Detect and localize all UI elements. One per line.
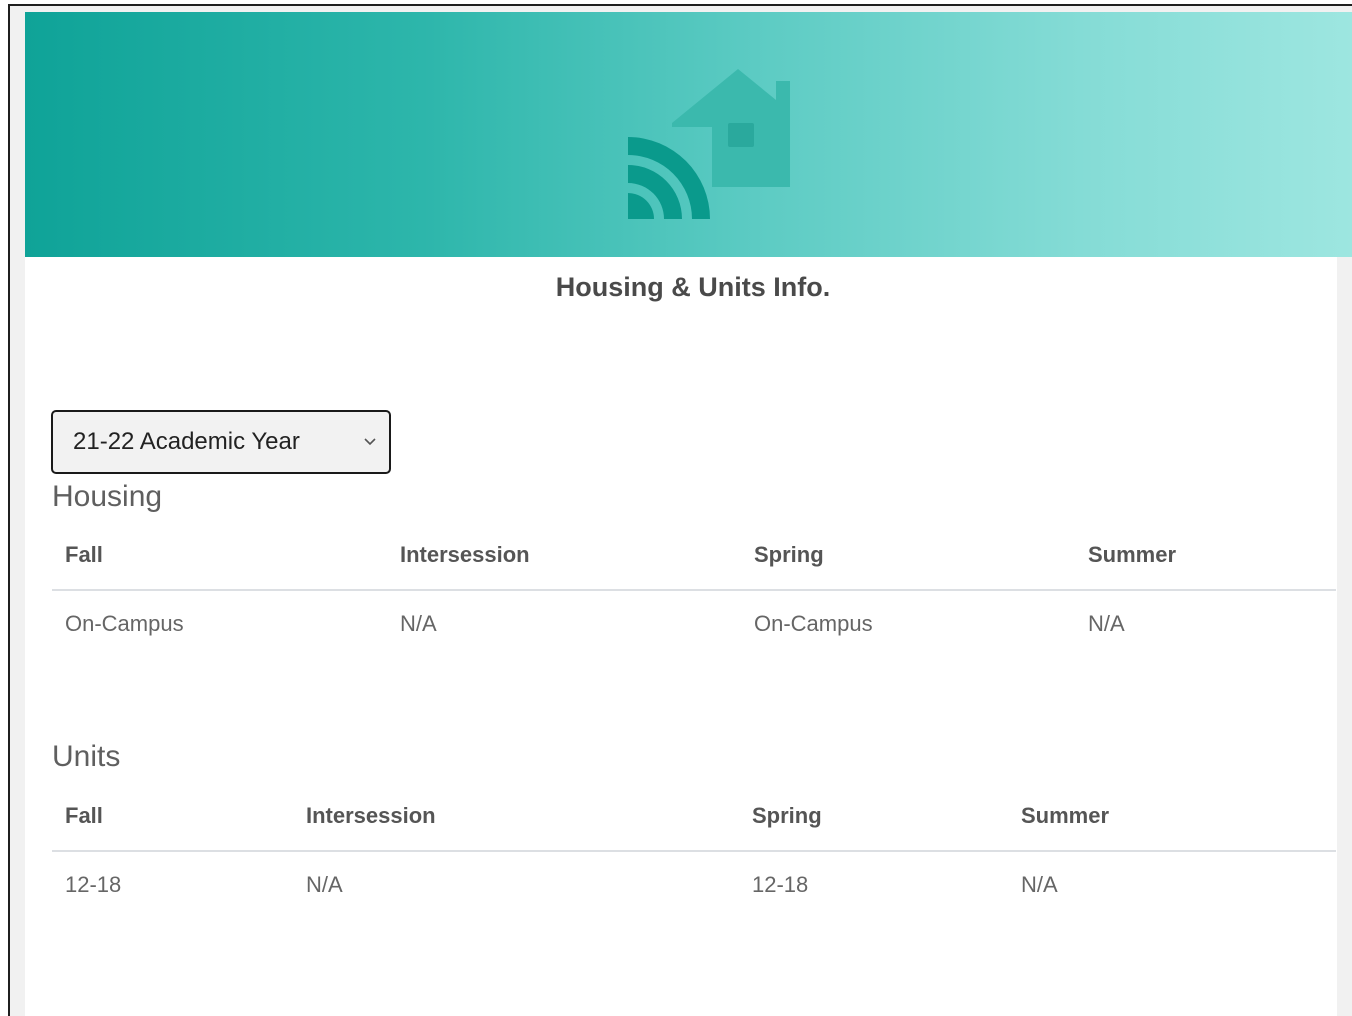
academic-year-select[interactable]: 21-22 Academic Year [51, 410, 391, 474]
units-heading: Units [52, 740, 121, 773]
housing-header-divider [52, 589, 1336, 591]
chevron-down-icon [364, 438, 376, 446]
units-cell-summer: N/A [1021, 872, 1058, 897]
housing-col-spring: Spring [754, 542, 824, 567]
units-col-intersession: Intersession [306, 803, 436, 828]
housing-cell-summer: N/A [1088, 611, 1125, 636]
units-cell-fall: 12-18 [65, 872, 122, 897]
housing-cell-spring: On-Campus [754, 611, 873, 636]
units-cell-spring: 12-18 [752, 872, 809, 897]
housing-col-fall: Fall [65, 542, 103, 567]
header-banner [25, 12, 1352, 257]
units-cell-intersession: N/A [306, 872, 343, 897]
housing-cell-intersession: N/A [400, 611, 437, 636]
units-col-spring: Spring [752, 803, 822, 828]
page-title: Housing & Units Info. [555, 272, 831, 302]
units-col-fall: Fall [65, 803, 103, 828]
units-header-divider [52, 850, 1336, 852]
academic-year-value: 21-22 Academic Year [73, 428, 300, 455]
housing-col-intersession: Intersession [400, 542, 530, 567]
housing-cell-fall: On-Campus [65, 611, 184, 636]
housing-heading: Housing [52, 480, 163, 513]
home-wifi-icon [628, 69, 790, 219]
units-col-summer: Summer [1021, 803, 1110, 828]
housing-col-summer: Summer [1088, 542, 1177, 567]
